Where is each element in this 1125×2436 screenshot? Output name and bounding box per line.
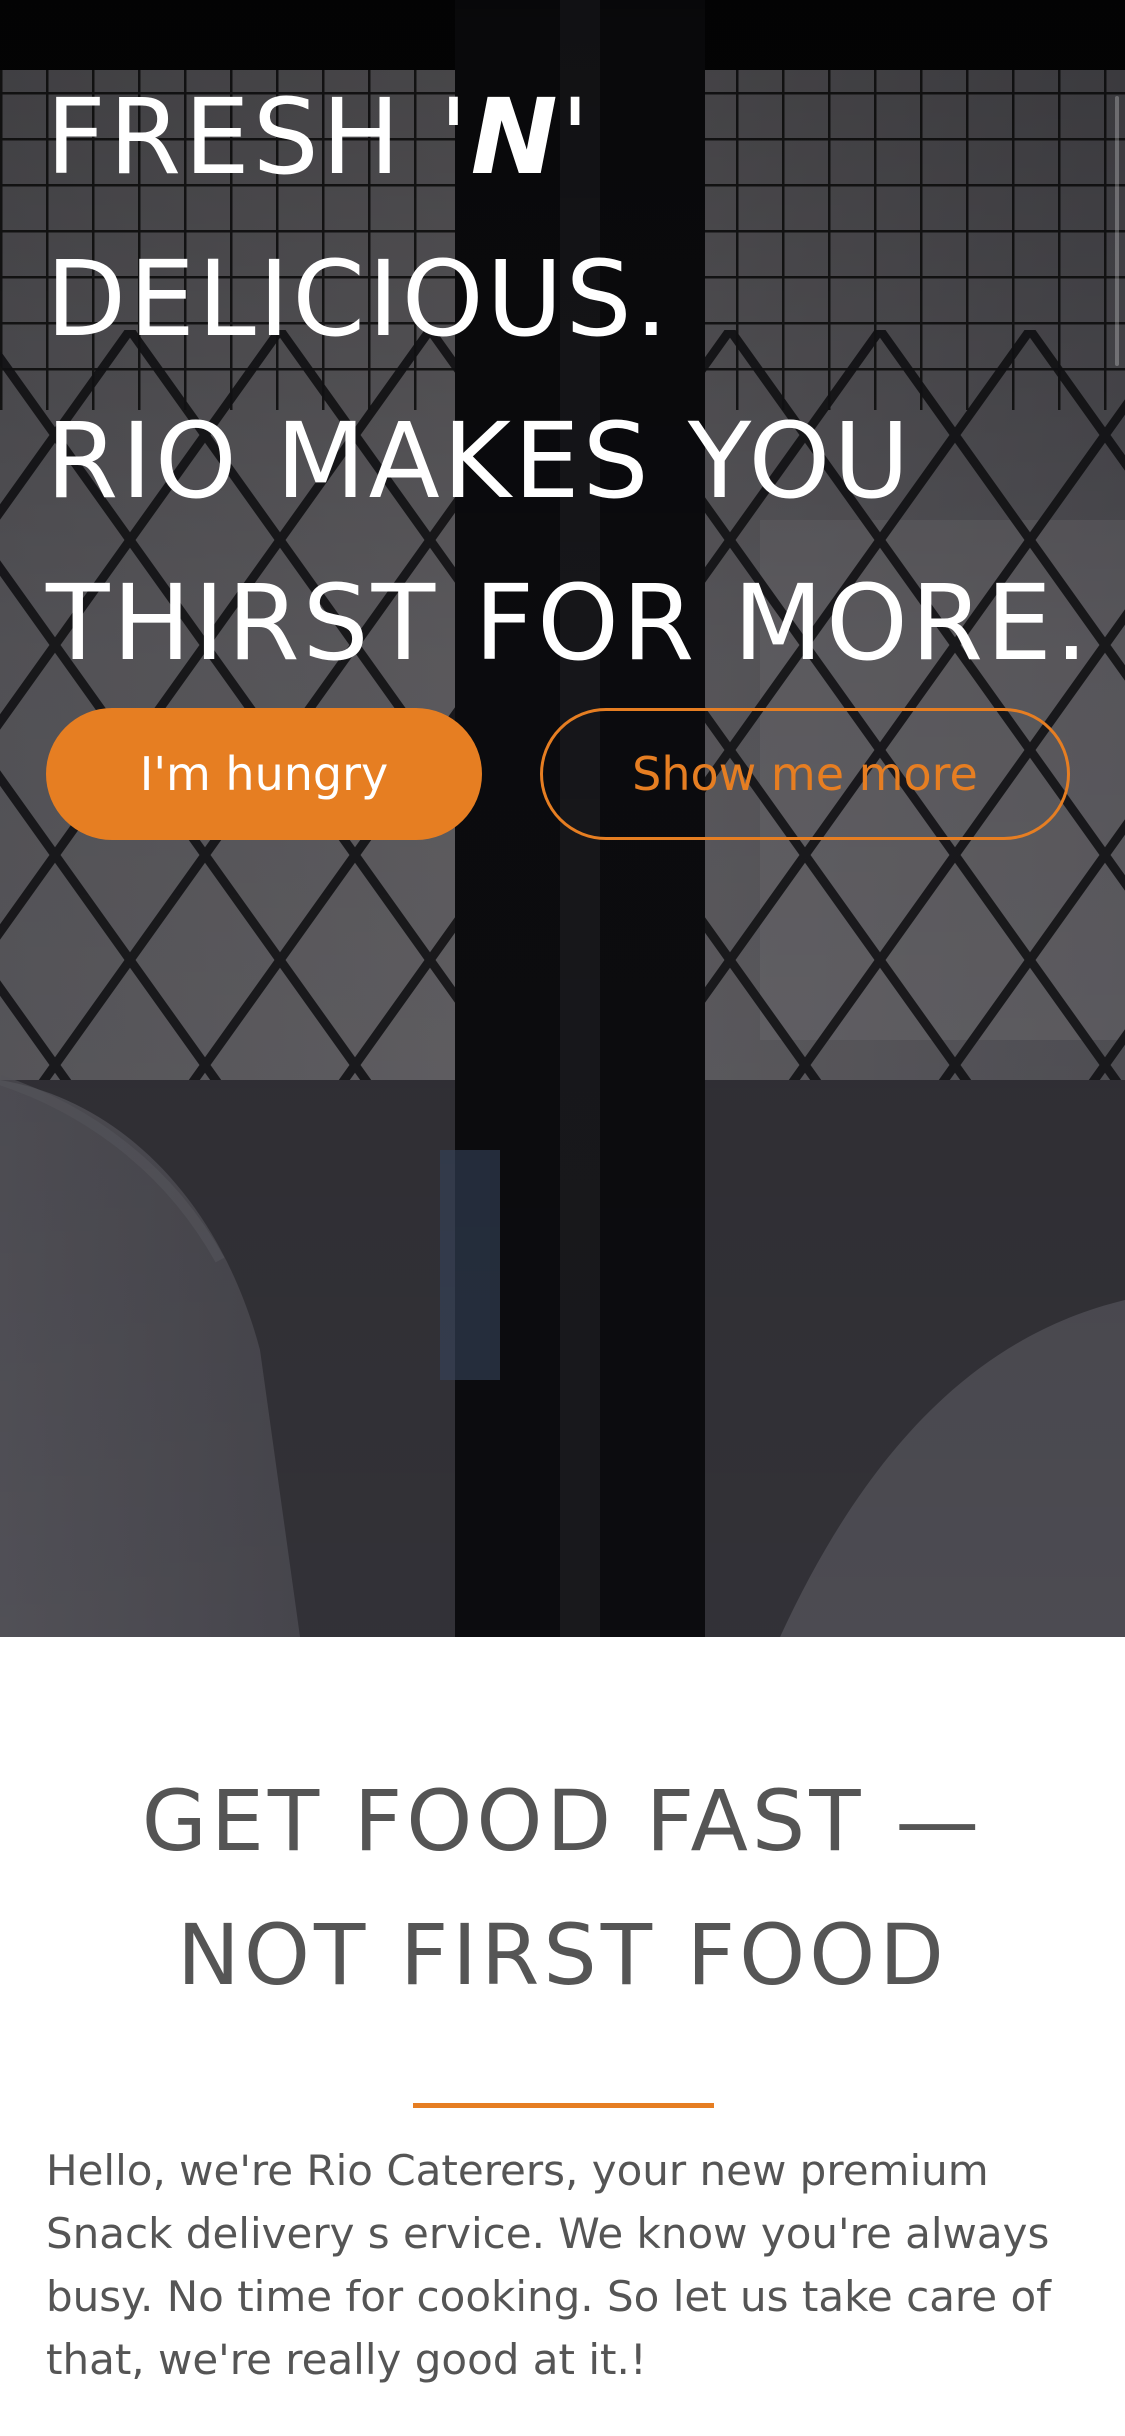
section-title-line-2: NOT FIRST FOOD — [177, 1906, 948, 2004]
hero-headline-emphasis: N — [470, 76, 561, 198]
hero-headline-suffix: ' — [560, 76, 593, 198]
hero-headline-line-1: FRESH 'N' — [46, 56, 1106, 218]
hero-headline-line-3: RIO MAKES YOU — [46, 400, 913, 522]
intro-paragraph: Hello, we're Rio Caterers, your new prem… — [46, 2146, 1051, 2384]
hero-headline-line-4: THIRST FOR MORE. — [46, 562, 1091, 684]
section-title-line-1: GET FOOD FAST — — [141, 1772, 984, 1870]
intro-section: GET FOOD FAST — NOT FIRST FOOD Hello, we… — [0, 1637, 1125, 2436]
hero-headline-prefix: FRESH ' — [46, 76, 471, 198]
title-divider — [413, 2103, 714, 2108]
hero-headline-line-2: DELICIOUS. — [46, 238, 671, 360]
show-me-more-button[interactable]: Show me more — [540, 708, 1070, 840]
scrollbar-thumb[interactable] — [1115, 96, 1119, 366]
page: FRESH 'N' DELICIOUS. RIO MAKES YOU THIRS… — [0, 0, 1125, 2436]
hero-headline: FRESH 'N' DELICIOUS. RIO MAKES YOU THIRS… — [46, 56, 1106, 704]
hero-section: FRESH 'N' DELICIOUS. RIO MAKES YOU THIRS… — [0, 0, 1125, 1637]
im-hungry-button[interactable]: I'm hungry — [46, 708, 482, 840]
section-title: GET FOOD FAST — NOT FIRST FOOD — [0, 1754, 1125, 2022]
